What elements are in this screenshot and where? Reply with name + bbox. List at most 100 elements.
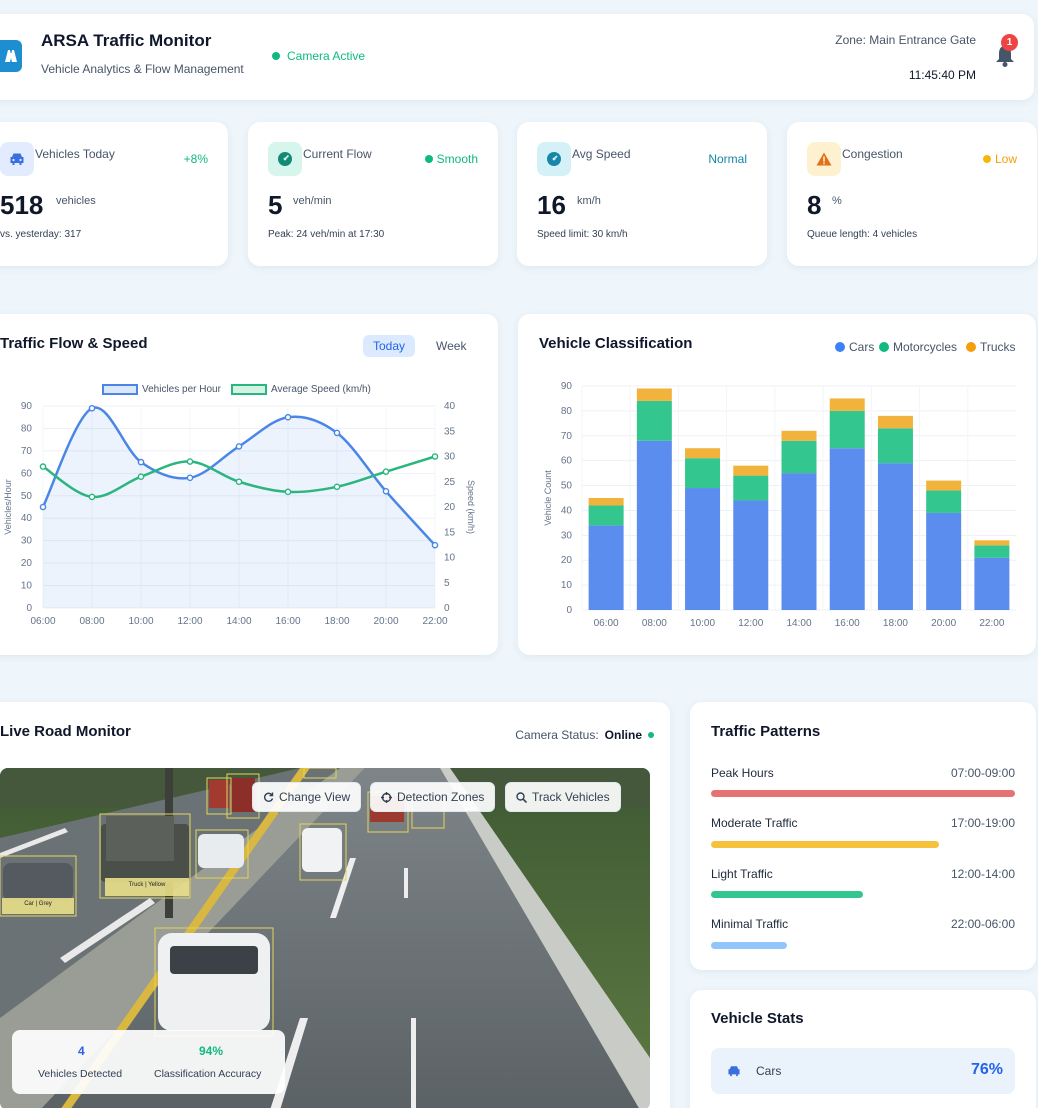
data-point [186,474,194,482]
x-tick-label: 10:00 [128,616,153,627]
y-axis-label: Vehicles/Hour [3,479,13,535]
stat-unit: veh/min [293,195,332,207]
status-dot-icon [424,155,433,163]
stat-value: 5 [268,190,283,220]
stat-card-avg-speed: Avg Speed Normal 16 km/h Speed limit: 30… [517,122,767,266]
x-tick-label: 22:00 [422,616,447,627]
x-tick-label: 16:00 [275,616,300,627]
button-label: Change View [279,790,351,804]
data-point [137,458,145,466]
data-point [284,413,292,421]
y2-tick-label: 30 [444,452,456,463]
change-view-button[interactable]: Change View [252,782,362,812]
y-tick-label: 50 [561,481,573,492]
bar-segment [877,463,913,610]
bar-segment [829,410,865,449]
y-tick-label: 30 [561,530,573,541]
x-tick-label: 22:00 [979,618,1004,629]
refresh-icon [264,792,274,802]
pattern-name: Moderate Traffic [711,816,798,830]
data-point [39,463,47,470]
y2-tick-label: 40 [444,401,456,412]
data-point [431,453,439,460]
crosshair-icon [381,791,392,803]
data-point [39,503,47,511]
button-label: Detection Zones [397,790,485,804]
bar-segment [588,498,624,506]
y2-tick-label: 20 [444,502,456,513]
live-road-monitor-card: Live Road Monitor Camera Status: Online [0,702,670,1108]
detection-zones-button[interactable]: Detection Zones [370,782,496,812]
pattern-time: 17:00-19:00 [950,816,1015,830]
pattern-bar [711,891,863,898]
stat-unit: vehicles [56,195,96,207]
stat-status-text: Low [994,152,1017,166]
x-tick-label: 16:00 [835,618,860,629]
data-point [284,488,292,496]
stat-unit: km/h [577,195,601,207]
clock: 11:45:40 PM [908,68,976,82]
app-header: ARSA Traffic Monitor Vehicle Analytics &… [0,14,1034,100]
accuracy-label: Classification Accuracy [154,1068,262,1080]
stat-value: 16 [537,190,566,220]
data-point [88,404,96,412]
camera-status: Camera Status: Online [515,728,654,742]
zone-label: Zone: Main Entrance Gate [835,33,976,47]
stat-note: Speed limit: 30 km/h [537,229,628,240]
y-tick-label: 60 [561,456,573,467]
y-tick-label: 80 [21,423,33,434]
y2-tick-label: 0 [444,603,450,614]
y2-axis-label: Speed (km/h) [466,480,476,534]
y-tick-label: 80 [561,406,573,417]
pattern-name: Peak Hours [711,766,774,780]
x-tick-label: 08:00 [642,618,667,629]
x-tick-label: 20:00 [931,618,956,629]
bar-segment [781,440,817,474]
data-point [235,443,243,450]
y-tick-label: 40 [21,513,33,524]
car-icon [0,142,34,176]
vehicle-stats-card: Vehicle Stats Cars 76% [690,990,1036,1108]
bar-segment [877,415,913,429]
bar-segment [974,557,1010,610]
vehicle-stat-row-cars: Cars 76% [711,1048,1015,1094]
y-tick-label: 70 [561,431,573,442]
data-point [137,473,145,480]
y-tick-label: 10 [561,580,573,591]
data-point [235,478,243,486]
traffic-patterns-card: Traffic Patterns Peak Hours 07:00-09:00 … [690,702,1036,970]
bar-segment [685,488,721,610]
vehicle-stat-value: 76% [970,1061,1003,1078]
road-logo-icon [0,40,22,72]
bar-segment [733,465,769,476]
bar-segment [733,500,769,610]
camera-feed[interactable]: Truck | Yellow Car | Grey Change View De… [0,768,650,1108]
x-tick-label: 10:00 [690,618,715,629]
pattern-bar [711,841,939,848]
bar-segment [829,398,865,411]
accuracy-value: 94% [199,1044,224,1058]
track-vehicles-button[interactable]: Track Vehicles [505,782,621,812]
stat-note: vs. yesterday: 317 [0,229,82,240]
stat-status-badge: Normal [708,152,747,166]
y2-tick-label: 25 [444,477,456,488]
x-tick-label: 18:00 [324,616,349,627]
stat-value: 8 [807,190,822,220]
stat-status-text: Smooth [436,152,478,166]
bar-segment [685,448,721,459]
bar-segment [781,430,817,441]
status-dot-icon [648,732,654,738]
stat-note: Peak: 24 veh/min at 17:30 [268,229,385,240]
data-point [382,468,390,475]
camera-status-label: Camera Status: [515,728,599,742]
bar-segment [926,512,962,610]
bar-segment [974,545,1010,558]
bar-segment [926,490,962,513]
pattern-bar [711,790,1015,797]
y-tick-label: 30 [21,536,33,547]
stat-label: Vehicles Today [35,147,115,161]
x-tick-label: 14:00 [786,618,811,629]
warning-icon [807,142,841,176]
app-title: ARSA Traffic Monitor [41,31,212,50]
x-tick-label: 06:00 [30,616,55,627]
